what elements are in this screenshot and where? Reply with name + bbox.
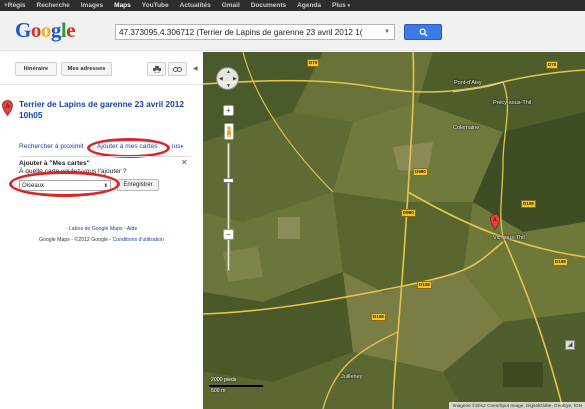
mes-adresses-button[interactable]: Mes adresses xyxy=(61,62,112,76)
red-highlight-circle xyxy=(9,171,120,197)
search-input[interactable] xyxy=(119,27,382,37)
scale-bar: 2000 pieds 500 m xyxy=(209,377,269,397)
search-box: ▼ xyxy=(115,24,395,40)
google-bar-item-maps[interactable]: Maps xyxy=(114,2,131,9)
red-highlight-circle xyxy=(87,138,170,158)
scale-line xyxy=(209,385,263,387)
satellite-map[interactable]: Pont-d'Aisy Précy-sous-Thil Colemaine Vi… xyxy=(203,52,585,409)
map-place-label: Juilleney xyxy=(341,374,363,380)
search-nearby-link[interactable]: Rechercher à proximit xyxy=(19,143,84,150)
link-button[interactable] xyxy=(168,62,187,76)
map-attribution: Imagerie ©2012 Cnes/Spot Image, DigitalG… xyxy=(449,402,585,409)
marker-letter: A xyxy=(5,104,9,110)
zoom-out-button[interactable]: − xyxy=(223,229,234,240)
copyright-line: Google Maps - ©2012 Google - Conditions … xyxy=(0,237,203,243)
chevron-down-icon[interactable]: ▼ xyxy=(384,29,390,35)
road-shield: D108 xyxy=(417,281,432,289)
copyright-text: Google Maps - ©2012 Google - xyxy=(38,237,113,243)
map-place-label: Précy-sous-Thil xyxy=(493,100,532,106)
map-marker-a-icon[interactable]: A xyxy=(490,214,500,230)
chevron-down-icon: ▾ xyxy=(180,144,183,150)
google-bar-item-plus[interactable]: Plus ▾ xyxy=(332,2,350,9)
close-icon[interactable]: ✕ xyxy=(181,158,188,167)
pegman-icon[interactable] xyxy=(224,123,234,140)
plus-label: Plus xyxy=(332,2,346,9)
link-icon xyxy=(173,66,182,72)
pan-up-icon[interactable]: ▲ xyxy=(226,69,231,75)
google-bar-item-regis[interactable]: +Régis xyxy=(4,2,26,9)
road-shield: D70 xyxy=(546,61,559,69)
zoom-slider-thumb[interactable] xyxy=(223,178,234,183)
search-button[interactable] xyxy=(404,24,442,40)
print-icon xyxy=(152,65,161,73)
pan-down-icon[interactable]: ▼ xyxy=(226,83,231,89)
header: Google ▼ xyxy=(0,11,585,51)
google-bar-item-youtube[interactable]: YouTube xyxy=(142,2,169,9)
scale-metric: 500 m xyxy=(211,388,226,394)
magnifier-icon xyxy=(418,27,428,37)
place-title[interactable]: Terrier de Lapins de garenne 23 avril 20… xyxy=(19,99,199,121)
google-bar-item-documents[interactable]: Documents xyxy=(251,2,286,9)
marker-a-icon: A xyxy=(2,100,13,116)
pan-right-icon[interactable]: ▶ xyxy=(233,76,237,82)
left-panel: Itinéraire Mes adresses ◀ A Terrier de L… xyxy=(0,52,203,409)
chevron-down-icon: ▾ xyxy=(347,3,351,9)
road-shield: D108 xyxy=(521,200,536,208)
pan-left-icon[interactable]: ◀ xyxy=(219,76,223,82)
google-bar-item-images[interactable]: Images xyxy=(81,2,103,9)
zoom-slider-track[interactable] xyxy=(227,143,230,271)
scale-imperial: 2000 pieds xyxy=(211,377,237,383)
save-button[interactable]: Enregistrer xyxy=(117,179,159,191)
panel-toolbar: Itinéraire Mes adresses ◀ xyxy=(0,52,203,85)
terms-link[interactable]: Conditions d'utilisation xyxy=(113,237,164,243)
google-bar-item-gmail[interactable]: Gmail xyxy=(222,2,240,9)
map-marker-letter: A xyxy=(493,218,497,224)
road-shield: D980 xyxy=(401,209,416,217)
road-shield: D108 xyxy=(553,258,568,266)
add-box-title: Ajouter à "Mes cartes" xyxy=(19,160,90,167)
pan-control[interactable]: ▲ ◀ ▶ ▼ xyxy=(216,67,239,90)
chevron-left-icon[interactable]: ◀ xyxy=(193,65,198,72)
more-link[interactable]: lus▾ xyxy=(172,143,183,150)
itineraire-button[interactable]: Itinéraire xyxy=(15,62,57,76)
print-button[interactable] xyxy=(147,62,166,76)
map-place-label: Vic-sous-Thil xyxy=(493,235,525,241)
google-bar: +Régis Recherche Images Maps YouTube Act… xyxy=(0,0,585,11)
google-logo[interactable]: Google xyxy=(15,19,76,41)
google-bar-item-agenda[interactable]: Agenda xyxy=(297,2,321,9)
map-place-label: Pont-d'Aisy xyxy=(454,80,482,86)
google-bar-item-recherche[interactable]: Recherche xyxy=(37,2,70,9)
google-bar-item-actualites[interactable]: Actualités xyxy=(180,2,211,9)
zoom-in-button[interactable]: + xyxy=(223,105,234,116)
labs-help-links[interactable]: - Labos de Google Maps - Aide xyxy=(0,226,203,232)
map-place-label: Colemaine xyxy=(453,125,480,131)
road-shield: D980 xyxy=(413,168,428,176)
road-shield: D70 xyxy=(307,59,320,67)
overview-toggle-icon[interactable]: ◢ xyxy=(565,340,575,350)
road-shield: D108 xyxy=(371,313,386,321)
